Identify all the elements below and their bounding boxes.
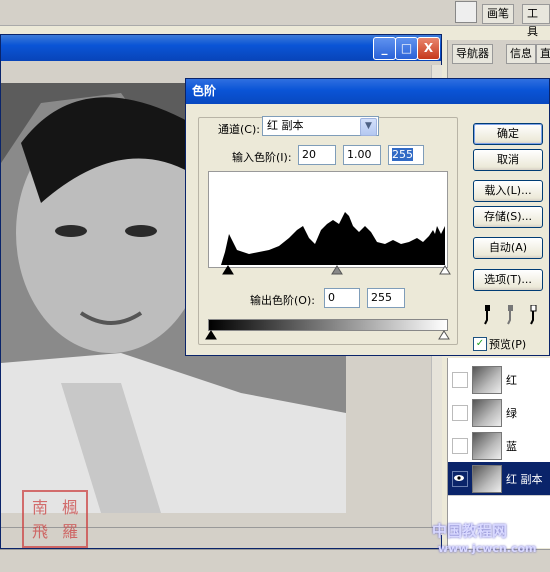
channel-name: 红 副本 bbox=[506, 473, 543, 486]
ok-button[interactable]: 确定 bbox=[473, 123, 543, 145]
output-white-slider[interactable] bbox=[438, 330, 450, 340]
preview-checkbox[interactable]: ✓ bbox=[473, 337, 487, 351]
save-button[interactable]: 存储(S)... bbox=[473, 206, 543, 228]
seal-stamp: 南 楓 飛 羅 bbox=[22, 490, 88, 548]
watermark-url: www.jcwcn.com bbox=[438, 542, 537, 555]
input-levels-label: 输入色阶(I): bbox=[232, 151, 292, 164]
options-button[interactable]: 选项(T)... bbox=[473, 269, 543, 291]
black-eyedropper-icon[interactable] bbox=[480, 305, 494, 325]
channel-name: 蓝 bbox=[506, 440, 517, 453]
channel-thumbnail bbox=[472, 465, 502, 493]
output-levels-label: 输出色阶(O): bbox=[250, 294, 315, 307]
input-level-black[interactable]: 20 bbox=[298, 145, 336, 165]
tool-icon[interactable] bbox=[455, 1, 477, 23]
output-level-black[interactable]: 0 bbox=[324, 288, 360, 308]
channel-row-selected[interactable]: 红 副本 bbox=[448, 462, 550, 496]
top-toolbar: 画笔 工具 bbox=[0, 0, 550, 38]
maximize-button[interactable]: □ bbox=[395, 37, 418, 60]
eye-icon[interactable] bbox=[452, 471, 468, 487]
auto-button[interactable]: 自动(A) bbox=[473, 237, 543, 259]
cancel-button[interactable]: 取消 bbox=[473, 149, 543, 171]
seal-char: 楓 bbox=[61, 498, 78, 517]
output-gradient-bar bbox=[208, 319, 448, 331]
tab-navigator[interactable]: 导航器 bbox=[452, 44, 493, 64]
channel-thumbnail bbox=[472, 366, 502, 394]
white-eyedropper-icon[interactable] bbox=[526, 305, 540, 325]
black-point-slider[interactable] bbox=[222, 265, 234, 275]
load-button[interactable]: 载入(L)... bbox=[473, 180, 543, 202]
seal-char: 飛 bbox=[31, 522, 48, 541]
tab-info[interactable]: 信息 bbox=[506, 44, 536, 64]
histogram bbox=[208, 171, 448, 268]
tab-brushes[interactable]: 画笔 bbox=[482, 4, 514, 24]
seal-char: 羅 bbox=[61, 522, 78, 541]
tab-tools[interactable]: 工具 bbox=[522, 4, 550, 38]
visibility-toggle[interactable] bbox=[452, 372, 468, 388]
chevron-down-icon[interactable]: ▼ bbox=[360, 118, 377, 136]
input-level-gamma[interactable]: 1.00 bbox=[343, 145, 381, 165]
input-level-white[interactable]: 255 bbox=[388, 145, 424, 165]
visibility-toggle[interactable] bbox=[452, 405, 468, 421]
channel-row[interactable]: 蓝 bbox=[448, 429, 550, 463]
dialog-titlebar[interactable]: 色阶 bbox=[186, 79, 549, 104]
watermark-text: 中国教程网 bbox=[432, 522, 508, 540]
output-level-white[interactable]: 255 bbox=[367, 288, 405, 308]
channel-name: 绿 bbox=[506, 407, 517, 420]
levels-dialog: 色阶 通道(C): 红 副本 ▼ 输入色阶(I): 20 1.00 255 输出… bbox=[185, 78, 550, 356]
channel-thumbnail bbox=[472, 432, 502, 460]
dialog-title: 色阶 bbox=[192, 84, 217, 98]
seal-char: 南 bbox=[31, 498, 48, 517]
channel-select-value: 红 副本 bbox=[267, 119, 304, 132]
channel-row[interactable]: 绿 bbox=[448, 396, 550, 430]
histogram-graph bbox=[209, 212, 445, 265]
white-point-slider[interactable] bbox=[439, 265, 451, 275]
output-black-slider[interactable] bbox=[205, 330, 217, 340]
visibility-toggle[interactable] bbox=[452, 438, 468, 454]
gamma-slider[interactable] bbox=[331, 265, 343, 275]
channel-select[interactable]: 红 副本 ▼ bbox=[262, 116, 379, 136]
gray-eyedropper-icon[interactable] bbox=[503, 305, 517, 325]
minimize-button[interactable]: _ bbox=[373, 37, 396, 60]
channel-label: 通道(C): bbox=[218, 123, 260, 136]
channel-row[interactable]: 红 bbox=[448, 363, 550, 397]
input-level-white-value: 255 bbox=[392, 148, 413, 161]
watermark: 中国教程网 www.jcwcn.com bbox=[422, 520, 550, 560]
close-button[interactable]: X bbox=[417, 37, 440, 60]
document-titlebar[interactable]: _ □ X bbox=[1, 35, 441, 61]
channel-thumbnail bbox=[472, 399, 502, 427]
tab-histogram[interactable]: 直 bbox=[536, 44, 550, 64]
channel-name: 红 bbox=[506, 374, 517, 387]
preview-label: 预览(P) bbox=[489, 338, 527, 351]
